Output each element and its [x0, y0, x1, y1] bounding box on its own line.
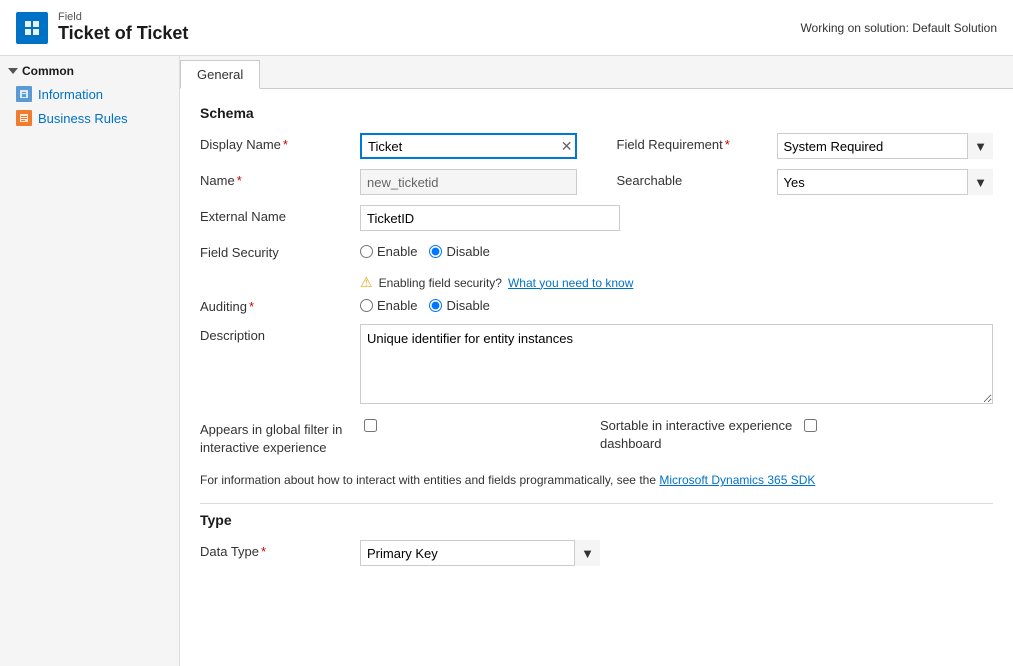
external-name-input[interactable]	[360, 205, 620, 231]
field-security-enable-label: Enable	[377, 244, 417, 259]
content-area: General Schema Display Name* ✕	[180, 56, 1013, 666]
searchable-field: Yes No ▼	[777, 169, 994, 195]
sdk-link[interactable]: Microsoft Dynamics 365 SDK	[659, 473, 815, 487]
type-title: Type	[200, 512, 993, 528]
checkboxes-row: Appears in global filter in interactive …	[200, 417, 993, 457]
display-name-required: *	[283, 137, 288, 152]
data-type-row: Data Type* Primary Key ▼	[200, 540, 993, 566]
display-name-input-wrapper: ✕	[360, 133, 577, 159]
sortable-checkbox-wrapper	[800, 417, 817, 435]
name-input[interactable]	[360, 169, 577, 195]
field-requirement-select-wrapper: System Required Business Required Busine…	[777, 133, 994, 159]
global-filter-checkbox-wrapper	[360, 417, 377, 435]
collapse-icon	[8, 68, 18, 74]
sidebar-group-label: Common	[22, 64, 74, 78]
header-left: Field Ticket of Ticket	[16, 11, 188, 44]
field-security-disable-radio[interactable]	[429, 245, 442, 258]
field-req-required: *	[725, 137, 730, 152]
data-type-label: Data Type*	[200, 540, 360, 559]
field-security-radio-group: Enable Disable	[360, 241, 490, 259]
searchable-label: Searchable	[617, 169, 777, 188]
description-textarea[interactable]: Unique identifier for entity instances	[360, 324, 993, 404]
sidebar-item-information-label: Information	[38, 87, 103, 102]
auditing-disable-option[interactable]: Disable	[429, 298, 489, 313]
warning-row: ⚠ Enabling field security? What you need…	[200, 270, 993, 295]
global-filter-item: Appears in global filter in interactive …	[200, 417, 600, 457]
description-label: Description	[200, 324, 360, 343]
display-name-input[interactable]	[360, 133, 577, 159]
field-security-enable-radio[interactable]	[360, 245, 373, 258]
header-title: Ticket of Ticket	[58, 23, 188, 44]
sidebar-item-information[interactable]: Information	[0, 82, 179, 106]
auditing-label: Auditing*	[200, 295, 360, 314]
display-name-row: Display Name* ✕ Field Requirement*	[200, 133, 993, 159]
auditing-enable-option[interactable]: Enable	[360, 298, 417, 313]
warning-icon: ⚠	[360, 274, 373, 291]
working-on-text: Working on solution: Default Solution	[800, 21, 997, 35]
divider	[200, 503, 993, 504]
data-type-required: *	[261, 544, 266, 559]
display-name-clear-button[interactable]: ✕	[561, 139, 573, 153]
information-icon	[16, 86, 32, 102]
sidebar: Common Information	[0, 56, 180, 666]
info-text-row: For information about how to interact wi…	[200, 465, 993, 495]
app-icon	[16, 12, 48, 44]
searchable-select[interactable]: Yes No	[777, 169, 994, 195]
data-type-select-wrapper: Primary Key ▼	[360, 540, 600, 566]
display-name-label: Display Name*	[200, 133, 360, 152]
warning-text: Enabling field security?	[379, 276, 502, 290]
field-security-row: Field Security Enable Disable	[200, 241, 993, 260]
auditing-disable-radio[interactable]	[429, 299, 442, 312]
searchable-select-wrapper: Yes No ▼	[777, 169, 994, 195]
header-title-block: Field Ticket of Ticket	[58, 11, 188, 44]
auditing-disable-label: Disable	[446, 298, 489, 313]
tab-bar: General	[180, 56, 1013, 89]
name-row: Name* Searchable Yes No	[200, 169, 993, 195]
external-name-field	[360, 205, 620, 231]
sidebar-item-business-rules-label: Business Rules	[38, 111, 128, 126]
sortable-item: Sortable in interactive experience dashb…	[600, 417, 993, 457]
name-required: *	[237, 173, 242, 188]
tab-general[interactable]: General	[180, 60, 260, 89]
field-security-disable-label: Disable	[446, 244, 489, 259]
business-rules-icon	[16, 110, 32, 126]
warning-link[interactable]: What you need to know	[508, 276, 633, 290]
main-layout: Common Information	[0, 56, 1013, 666]
field-requirement-select[interactable]: System Required Business Required Busine…	[777, 133, 994, 159]
info-text-content: For information about how to interact wi…	[200, 473, 656, 487]
description-field: Unique identifier for entity instances	[360, 324, 993, 407]
auditing-enable-radio[interactable]	[360, 299, 373, 312]
field-security-enable-option[interactable]: Enable	[360, 244, 417, 259]
name-field	[360, 169, 577, 195]
data-type-field: Primary Key ▼	[360, 540, 600, 566]
sortable-checkbox[interactable]	[804, 419, 817, 432]
auditing-radio-group: Enable Disable	[360, 295, 490, 313]
global-filter-label: Appears in global filter in interactive …	[200, 417, 360, 457]
auditing-required: *	[249, 299, 254, 314]
description-row: Description Unique identifier for entity…	[200, 324, 993, 407]
header-subtitle: Field	[58, 11, 188, 23]
field-requirement-label: Field Requirement*	[617, 133, 777, 152]
auditing-row: Auditing* Enable Disable	[200, 295, 993, 314]
field-requirement-field: System Required Business Required Busine…	[777, 133, 994, 159]
external-name-row: External Name	[200, 205, 993, 231]
top-header: Field Ticket of Ticket Working on soluti…	[0, 0, 1013, 56]
schema-title: Schema	[200, 105, 993, 121]
form-content: Schema Display Name* ✕ Field Require	[180, 89, 1013, 592]
name-label: Name*	[200, 169, 360, 188]
sidebar-group-header: Common	[0, 56, 179, 82]
global-filter-checkbox[interactable]	[364, 419, 377, 432]
external-name-label: External Name	[200, 205, 360, 224]
field-security-label: Field Security	[200, 241, 360, 260]
auditing-enable-label: Enable	[377, 298, 417, 313]
data-type-select[interactable]: Primary Key	[360, 540, 600, 566]
display-name-field: ✕	[360, 133, 577, 159]
field-security-disable-option[interactable]: Disable	[429, 244, 489, 259]
sortable-label: Sortable in interactive experience dashb…	[600, 417, 800, 453]
sidebar-item-business-rules[interactable]: Business Rules	[0, 106, 179, 130]
